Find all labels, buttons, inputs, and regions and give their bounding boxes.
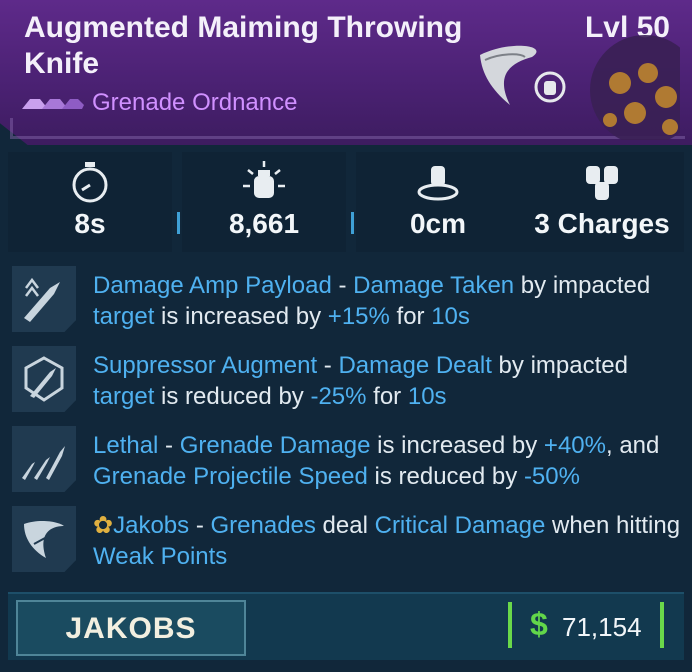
perk-text: deal [315, 512, 375, 539]
perk-text: by impacted [514, 272, 651, 299]
footer-bar: JAKOBS $ 71,154 [8, 592, 684, 660]
perk-description: ✿Jakobs - Grenades deal Critical Damage … [93, 510, 683, 572]
perk-keyword: 10s [407, 383, 447, 410]
perk-icon-frame [12, 266, 76, 332]
perk-keyword: target [93, 383, 155, 410]
perk-text: when hitting [545, 512, 681, 539]
stat-radius: 0cm [356, 152, 520, 252]
perk-text: , and [605, 432, 660, 459]
rarity-chevrons-icon [22, 99, 84, 109]
knife-payload-icon [24, 277, 60, 322]
perk-text: by impacted [491, 352, 628, 379]
perk-text: - [158, 432, 180, 459]
perk-keyword: Grenade Damage [179, 432, 371, 459]
manufacturer-name: JAKOBS [65, 612, 197, 645]
perk-description: Suppressor Augment - Damage Dealt by imp… [93, 350, 683, 412]
item-title: Augmented Maiming Throwing Knife [24, 11, 463, 80]
manufacturer-badge: JAKOBS [16, 600, 246, 656]
item-card: Augmented Maiming Throwing Knife Lvl 50 … [0, 0, 692, 672]
perk-text: - [331, 272, 354, 299]
stat-charges: 3 Charges [520, 152, 684, 252]
perk-text: is reduced by [367, 463, 524, 490]
perk-keyword: Jakobs [113, 512, 190, 539]
perk-description: Damage Amp Payload - Damage Taken by imp… [93, 270, 683, 332]
stat-divider [351, 212, 354, 234]
perk-keyword: Grenades [210, 512, 316, 539]
item-price: 71,154 [562, 612, 642, 642]
perk-keyword: Critical Damage [374, 512, 546, 539]
perk-keyword: Weak Points [93, 543, 228, 570]
stat-damage: 8,661 [182, 152, 346, 252]
perk-keyword: -50% [523, 463, 580, 490]
perk-icon-frame [12, 506, 76, 572]
perk-row: Damage Amp Payload - Damage Taken by imp… [8, 262, 684, 336]
stat-charges-value: 3 Charges [534, 208, 670, 239]
perk-text: for [389, 303, 432, 330]
perk-icon-frame [12, 346, 76, 412]
perk-keyword: +40% [543, 432, 606, 459]
perk-text: is reduced by [154, 383, 311, 410]
perk-keyword: +15% [327, 303, 390, 330]
perk-keyword: Damage Amp Payload [93, 272, 332, 299]
damage-icon [243, 161, 285, 198]
perk-text: - [189, 512, 211, 539]
perk-keyword: 10s [431, 303, 470, 330]
stat-damage-value: 8,661 [228, 208, 300, 239]
charges-icon [586, 166, 618, 200]
item-type-label: Grenade Ordnance [92, 89, 298, 116]
perk-keyword: target [93, 303, 155, 330]
stat-cooldown: 8s [8, 152, 172, 252]
stats-row: 8s 8,661 0cm 3 Charges [8, 152, 684, 252]
perk-row: Suppressor Augment - Damage Dealt by imp… [8, 342, 684, 416]
perk-row: Lethal - Grenade Damage is increased by … [8, 422, 684, 496]
stat-divider [177, 212, 180, 234]
perk-text: for [366, 383, 408, 410]
item-type-row: Grenade Ordnance [22, 88, 297, 118]
perk-description: Lethal - Grenade Damage is increased by … [93, 430, 683, 492]
jakobs-emblem-icon: ✿ [93, 512, 114, 539]
radius-icon [417, 166, 459, 201]
perk-keyword: -25% [310, 383, 367, 410]
jakobs-knife-icon [24, 520, 64, 558]
perk-keyword: Suppressor Augment [93, 352, 318, 379]
perk-row: ✿Jakobs - Grenades deal Critical Damage … [8, 502, 684, 576]
perk-icon-frame [12, 426, 76, 492]
perk-text: is increased by [370, 432, 544, 459]
perk-keyword: Damage Taken [353, 272, 515, 299]
perk-keyword: Lethal [93, 432, 159, 459]
suppressor-augment-icon [24, 356, 64, 402]
perk-keyword: Grenade Projectile Speed [93, 463, 368, 490]
perk-text: is increased by [154, 303, 328, 330]
perk-keyword: Damage Dealt [338, 352, 492, 379]
stopwatch-icon [72, 162, 108, 203]
lethal-knives-icon [22, 446, 65, 480]
throwing-knife-art-icon [480, 35, 680, 140]
currency-icon: $ [530, 606, 548, 642]
perk-text: - [317, 352, 339, 379]
price-box: $ 71,154 [508, 602, 664, 648]
stat-radius-value: 0cm [409, 208, 467, 239]
stat-cooldown-value: 8s [74, 208, 106, 239]
